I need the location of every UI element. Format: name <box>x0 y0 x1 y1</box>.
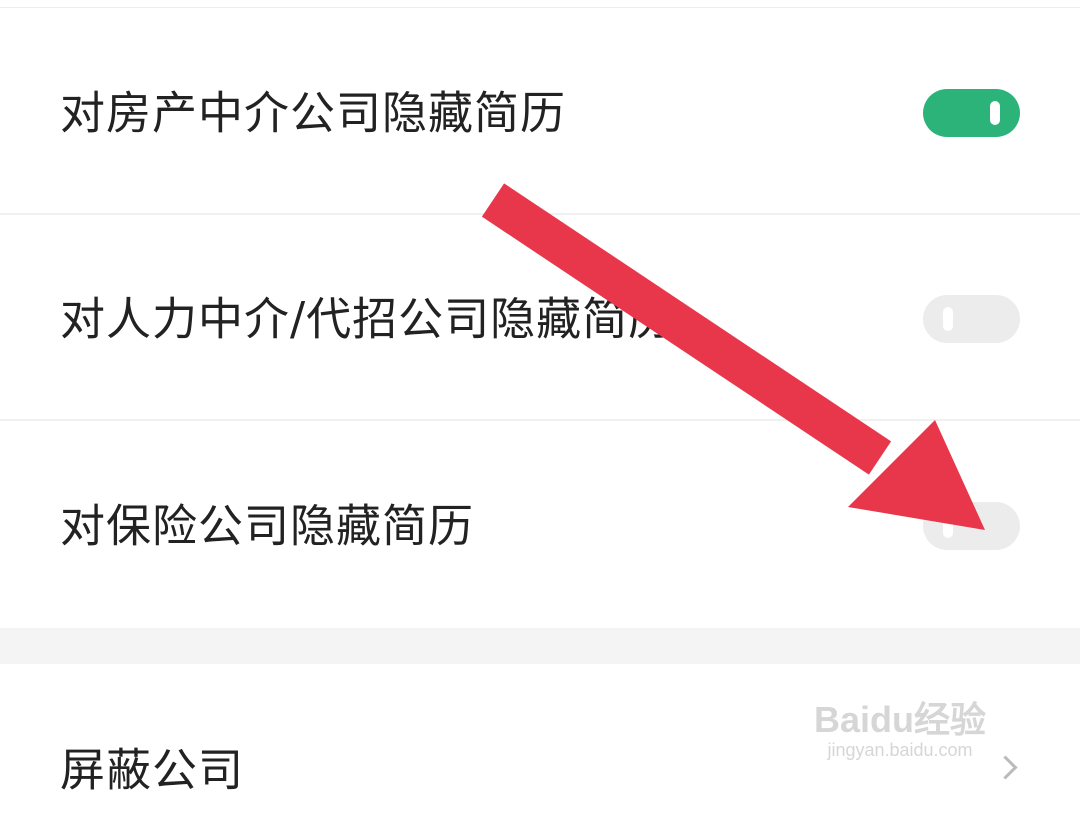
setting-label: 对房产中介公司隐藏简历 <box>60 86 567 139</box>
blocked-companies-label: 屏蔽公司 <box>60 743 245 797</box>
setting-row-insurance: 对保险公司隐藏简历 <box>0 423 1080 628</box>
toggle-knob <box>943 306 953 331</box>
hide-from-insurance-toggle[interactable] <box>923 501 1020 550</box>
top-divider <box>0 0 1080 8</box>
section-gap <box>0 628 1080 664</box>
row-divider <box>0 419 1080 421</box>
blocked-companies-row[interactable]: 屏蔽公司 <box>0 664 1080 814</box>
row-divider <box>0 213 1080 215</box>
toggle-knob <box>990 100 1000 125</box>
setting-label: 对人力中介/代招公司隐藏简历 <box>60 292 675 345</box>
setting-label: 对保险公司隐藏简历 <box>60 499 475 552</box>
hide-from-hr-agency-toggle[interactable] <box>923 294 1020 343</box>
setting-row-real-estate-agency: 对房产中介公司隐藏简历 <box>0 10 1080 215</box>
toggle-knob <box>943 513 953 538</box>
resume-privacy-settings-screen: 对房产中介公司隐藏简历 对人力中介/代招公司隐藏简历 对保险公司隐藏简历 屏蔽公… <box>0 0 1080 814</box>
setting-row-hr-agency: 对人力中介/代招公司隐藏简历 <box>0 216 1080 421</box>
hide-from-real-estate-toggle[interactable] <box>923 88 1020 137</box>
chevron-right-icon <box>993 755 1018 780</box>
